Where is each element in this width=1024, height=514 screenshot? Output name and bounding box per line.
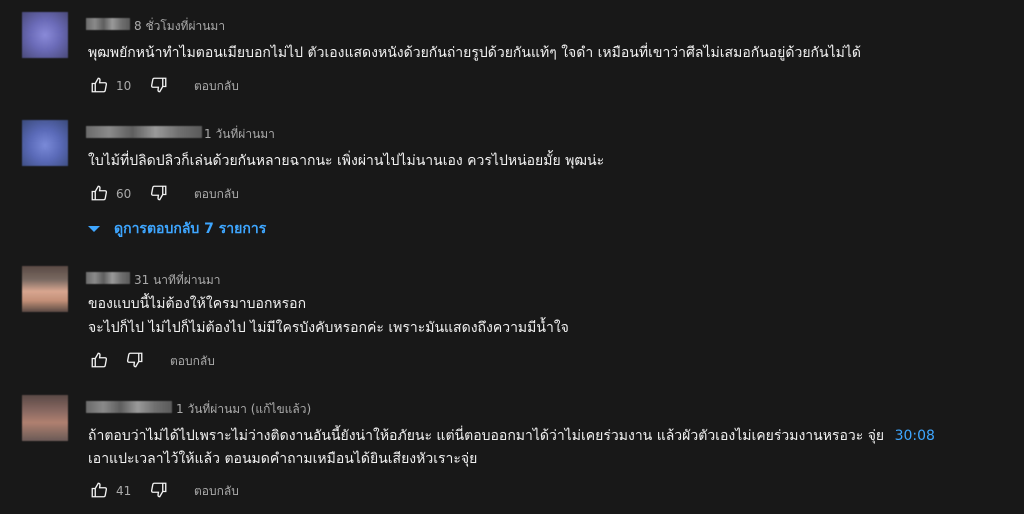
reply-button[interactable]: ตอบกลับ (194, 76, 239, 96)
comment-time[interactable]: 8 ชั่วโมงที่ผ่านมา (134, 17, 225, 36)
caret-down-icon (88, 226, 100, 232)
avatar[interactable] (22, 266, 68, 312)
comment-time[interactable]: 31 นาทีที่ผ่านมา (134, 271, 220, 290)
thumb-down-icon[interactable] (150, 76, 168, 94)
like-count: 60 (116, 187, 132, 201)
author-name[interactable] (86, 401, 172, 413)
comment-actions: ตอบกลับ (88, 351, 388, 371)
comment-text: ของแบบนี้ไม่ต้องให้ใครมาบอกหรอก (88, 296, 307, 312)
author-name[interactable] (86, 272, 130, 284)
comment-actions: 60 ตอบกลับ (88, 184, 388, 204)
avatar[interactable] (22, 12, 68, 58)
comment-text: พุฒพยักหน้าทำไมตอนเมียบอกไม่ไป ตัวเองแสด… (88, 45, 861, 61)
reply-button[interactable]: ตอบกลับ (170, 351, 215, 371)
comment-text: ใบไม้ที่ปลิดปลิวก็เล่นด้วยกันหลายฉากนะ เ… (88, 153, 605, 169)
author-name[interactable] (86, 126, 202, 138)
comment-actions: 10 ตอบกลับ (88, 76, 388, 96)
avatar[interactable] (22, 120, 68, 166)
like-count: 41 (116, 484, 132, 498)
reply-button[interactable]: ตอบกลับ (194, 481, 239, 501)
thumb-up-icon[interactable] (90, 76, 108, 94)
like-count: 10 (116, 79, 132, 93)
reply-button[interactable]: ตอบกลับ (194, 184, 239, 204)
comment-time[interactable]: 1 วันที่ผ่านมา (แก้ไขแล้ว) (176, 400, 311, 419)
thumb-up-icon[interactable] (90, 351, 108, 369)
avatar[interactable] (22, 395, 68, 441)
timestamp-link[interactable]: 30:08 (895, 428, 935, 444)
thumb-up-icon[interactable] (90, 184, 108, 202)
thumb-down-icon[interactable] (150, 481, 168, 499)
comment-time[interactable]: 1 วันที่ผ่านมา (204, 125, 275, 144)
comment-text-line2: จะไปก็ไป ไม่ไปก็ไม่ต้องไป ไม่มีใครบังคับ… (88, 320, 569, 336)
author-name[interactable] (86, 18, 130, 30)
view-replies-label: ดูการตอบกลับ 7 รายการ (114, 221, 267, 237)
thumb-up-icon[interactable] (90, 481, 108, 499)
comment-text-body: ถ้าตอบว่าไม่ได้ไปเพราะไม่ว่างติดงานอันนี… (88, 428, 885, 444)
thumb-down-icon[interactable] (150, 184, 168, 202)
thumb-down-icon[interactable] (126, 351, 144, 369)
comment-actions: 41 ตอบกลับ (88, 481, 388, 501)
comment-text-line2: เอาแปะเวลาไว้ให้แล้ว ตอนมดคำถามเหมือนได้… (88, 451, 478, 467)
comment-text: ถ้าตอบว่าไม่ได้ไปเพราะไม่ว่างติดงานอันนี… (88, 424, 935, 448)
